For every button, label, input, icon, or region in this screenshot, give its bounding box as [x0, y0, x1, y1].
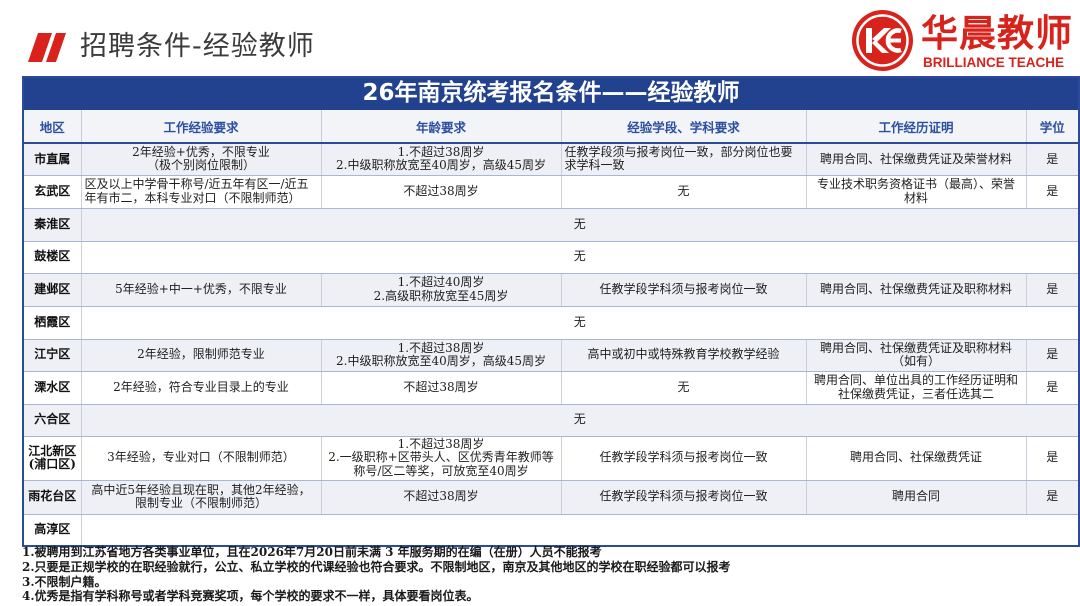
cell-experience: 2年经验，符合专业目录上的专业	[80, 370, 322, 405]
cell-district: 市直属	[22, 142, 82, 176]
cell-degree: 是	[1025, 435, 1080, 481]
huachen-emblem-icon	[852, 10, 913, 71]
cell-proof: 聘用合同、单位出具的工作经历证明和 社保缴费凭证，三者任选其二	[805, 370, 1027, 405]
header-degree: 学位	[1025, 109, 1080, 144]
cell-merged: 无	[80, 240, 1080, 274]
cell-merged: 无	[80, 207, 1080, 242]
footnote: 4.优秀是指有学科称号或者学科竞赛奖项，每个学校的要求不一样，具体要看岗位表。	[22, 589, 479, 604]
cell-district: 建邺区	[22, 272, 82, 307]
cell-experience: 3年经验，专业对口（不限制师范）	[80, 435, 322, 481]
cell-experience: 2年经验，限制师范专业	[80, 338, 322, 372]
cell-district: 秦淮区	[22, 207, 82, 242]
header-experience: 工作经验要求	[80, 109, 322, 144]
red-double-slash-icon	[28, 33, 66, 62]
cell-subject: 无	[560, 370, 807, 405]
cell-subject: 高中或初中或特殊教育学校教学经验	[560, 338, 807, 372]
cell-experience: 区及以上中学骨干称号/近五年有区一/近五 年有市二，本科专业对口（不限制师范）	[80, 174, 322, 209]
table-title: 26年南京统考报名条件——经验教师	[22, 76, 1080, 110]
cell-experience: 高中近5年经验且现在职，其他2年经验， 限制专业（不限制师范）	[80, 479, 322, 515]
table-header-row: 地区 工作经验要求 年龄要求 经验学段、学科要求 工作经历证明 学位	[22, 109, 1080, 144]
cell-merged: 无	[80, 403, 1080, 437]
cell-subject: 无	[560, 174, 807, 209]
header-age: 年龄要求	[320, 109, 562, 144]
footnote: 1.被聘用到江苏省地方各类事业单位，且在2026年7月20日前未满 3 年服务期…	[22, 545, 602, 559]
cell-subject: 任教学段学科须与报考岗位一致	[560, 479, 807, 515]
table-row: 鼓楼区 无	[22, 240, 1080, 274]
table-row: 溧水区 2年经验，符合专业目录上的专业 不超过38周岁 无 聘用合同、单位出具的…	[22, 370, 1080, 405]
cell-degree: 是	[1025, 142, 1080, 176]
header-subject: 经验学段、学科要求	[560, 109, 807, 144]
cell-age: 1.不超过38周岁 2.中级职称放宽至40周岁，高级45周岁	[320, 338, 562, 372]
cell-proof: 聘用合同、社保缴费凭证及职称材料 （如有）	[805, 338, 1027, 372]
slide: 招聘条件-经验教师 华晨教师 BRILLIANCE TEACHE 26年南京统考…	[0, 0, 1080, 606]
requirements-table: 26年南京统考报名条件——经验教师 地区 工作经验要求 年龄要求 经验学段、学科…	[22, 76, 1080, 547]
cell-merged: 无	[80, 305, 1080, 340]
cell-proof: 专业技术职务资格证书（最高）、荣誉 材料	[805, 174, 1027, 209]
table-row: 江北新区 (浦口区) 3年经验，专业对口（不限制师范） 1.不超过38周岁 2.…	[22, 435, 1080, 481]
cell-age: 不超过38周岁	[320, 370, 562, 405]
logo-subtitle: BRILLIANCE TEACHE	[923, 55, 1064, 70]
cell-district: 江北新区 (浦口区)	[22, 435, 82, 481]
cell-age: 1.不超过40周岁 2.高级职称放宽至45周岁	[320, 272, 562, 307]
cell-subject: 任教学段须与报考岗位一致，部分岗位也要 求学科一致	[560, 142, 807, 176]
footnote: 3.不限制户籍。	[22, 574, 107, 589]
cell-degree: 是	[1025, 272, 1080, 307]
cell-proof: 聘用合同、社保缴费凭证及职称材料	[805, 272, 1027, 307]
cell-district: 雨花台区	[22, 479, 82, 515]
footnotes: 1.被聘用到江苏省地方各类事业单位，且在2026年7月20日前未满 3 年服务期…	[22, 545, 1072, 604]
cell-district: 玄武区	[22, 174, 82, 209]
logo-name: 华晨教师	[921, 13, 1073, 55]
cell-age: 1.不超过38周岁 2.一级职称+区带头人、区优秀青年教师等 称号/区二等奖，可…	[320, 435, 562, 481]
cell-experience: 5年经验+中一+优秀，不限专业	[80, 272, 322, 307]
cell-subject: 任教学段学科须与报考岗位一致	[560, 435, 807, 481]
cell-district: 鼓楼区	[22, 240, 82, 274]
cell-experience: 2年经验+优秀，不限专业 （极个别岗位限制）	[80, 142, 322, 176]
table-title-row: 26年南京统考报名条件——经验教师	[22, 76, 1080, 110]
cell-age: 不超过38周岁	[320, 174, 562, 209]
cell-proof: 聘用合同	[805, 479, 1027, 515]
cell-subject: 任教学段学科须与报考岗位一致	[560, 272, 807, 307]
cell-district: 溧水区	[22, 370, 82, 405]
emblem-stripe	[887, 38, 901, 43]
cell-age: 1.不超过38周岁 2.中级职称放宽至40周岁，高级45周岁	[320, 142, 562, 176]
cell-degree: 是	[1025, 338, 1080, 372]
table-row: 六合区 无	[22, 403, 1080, 437]
table-row: 秦淮区 无	[22, 207, 1080, 242]
cell-degree: 是	[1025, 174, 1080, 209]
table-row: 雨花台区 高中近5年经验且现在职，其他2年经验， 限制专业（不限制师范） 不超过…	[22, 479, 1080, 515]
emblem-disc	[852, 10, 913, 71]
cell-district: 六合区	[22, 403, 82, 437]
table-row: 高淳区	[22, 513, 1080, 547]
header-district: 地区	[22, 109, 82, 144]
cell-degree: 是	[1025, 479, 1080, 515]
requirements-table-container: 26年南京统考报名条件——经验教师 地区 工作经验要求 年龄要求 经验学段、学科…	[22, 76, 1080, 547]
cell-district: 栖霞区	[22, 305, 82, 340]
cell-degree: 是	[1025, 370, 1080, 405]
emblem-bar	[866, 28, 872, 53]
table-row: 市直属 2年经验+优秀，不限专业 （极个别岗位限制） 1.不超过38周岁 2.中…	[22, 142, 1080, 176]
footnote: 2.只要是正规学校的在职经验就行，公立、私立学校的代课经验也符合要求。不限制地区…	[22, 559, 731, 574]
header-proof: 工作经历证明	[805, 109, 1027, 144]
table-row: 建邺区 5年经验+中一+优秀，不限专业 1.不超过40周岁 2.高级职称放宽至4…	[22, 272, 1080, 307]
cell-proof: 聘用合同、社保缴费凭证及荣誉材料	[805, 142, 1027, 176]
page-title: 招聘条件-经验教师	[80, 31, 315, 62]
cell-age: 不超过38周岁	[320, 479, 562, 515]
table-row: 栖霞区 无	[22, 305, 1080, 340]
table-row: 江宁区 2年经验，限制师范专业 1.不超过38周岁 2.中级职称放宽至40周岁，…	[22, 338, 1080, 372]
cell-empty	[80, 513, 1080, 547]
cell-proof: 聘用合同、社保缴费凭证	[805, 435, 1027, 481]
cell-district: 江宁区	[22, 338, 82, 372]
cell-district: 高淳区	[22, 513, 82, 547]
table-row: 玄武区 区及以上中学骨干称号/近五年有区一/近五 年有市二，本科专业对口（不限制…	[22, 174, 1080, 209]
